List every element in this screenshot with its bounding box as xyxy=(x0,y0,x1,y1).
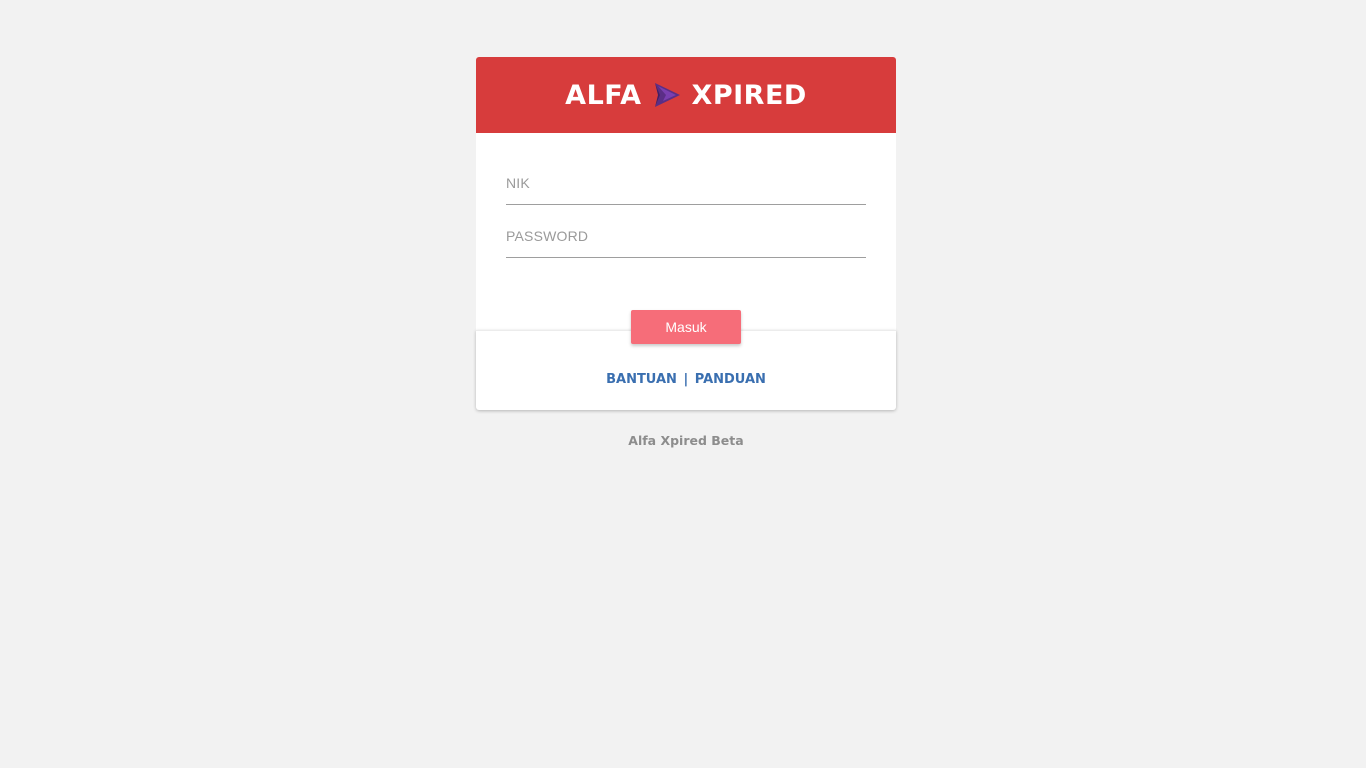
help-link[interactable]: BANTUAN xyxy=(606,372,677,387)
brand-header: ALFA XPIRED xyxy=(476,57,896,133)
brand-name-right: XPIRED xyxy=(691,79,807,111)
chevron-right-icon xyxy=(652,80,682,110)
guide-link[interactable]: PANDUAN xyxy=(695,372,766,387)
password-input[interactable] xyxy=(506,224,866,258)
nik-input[interactable] xyxy=(506,171,866,205)
brand-name-left: ALFA xyxy=(565,79,642,111)
login-form-panel: ALFA XPIRED Masuk xyxy=(476,57,896,344)
link-separator: | xyxy=(683,372,689,387)
login-button[interactable]: Masuk xyxy=(631,310,741,344)
login-card: ALFA XPIRED Masuk BANTUAN | PANDUAN xyxy=(476,57,896,410)
version-footer: Alfa Xpired Beta xyxy=(628,433,744,448)
help-links: BANTUAN | PANDUAN xyxy=(476,372,896,387)
